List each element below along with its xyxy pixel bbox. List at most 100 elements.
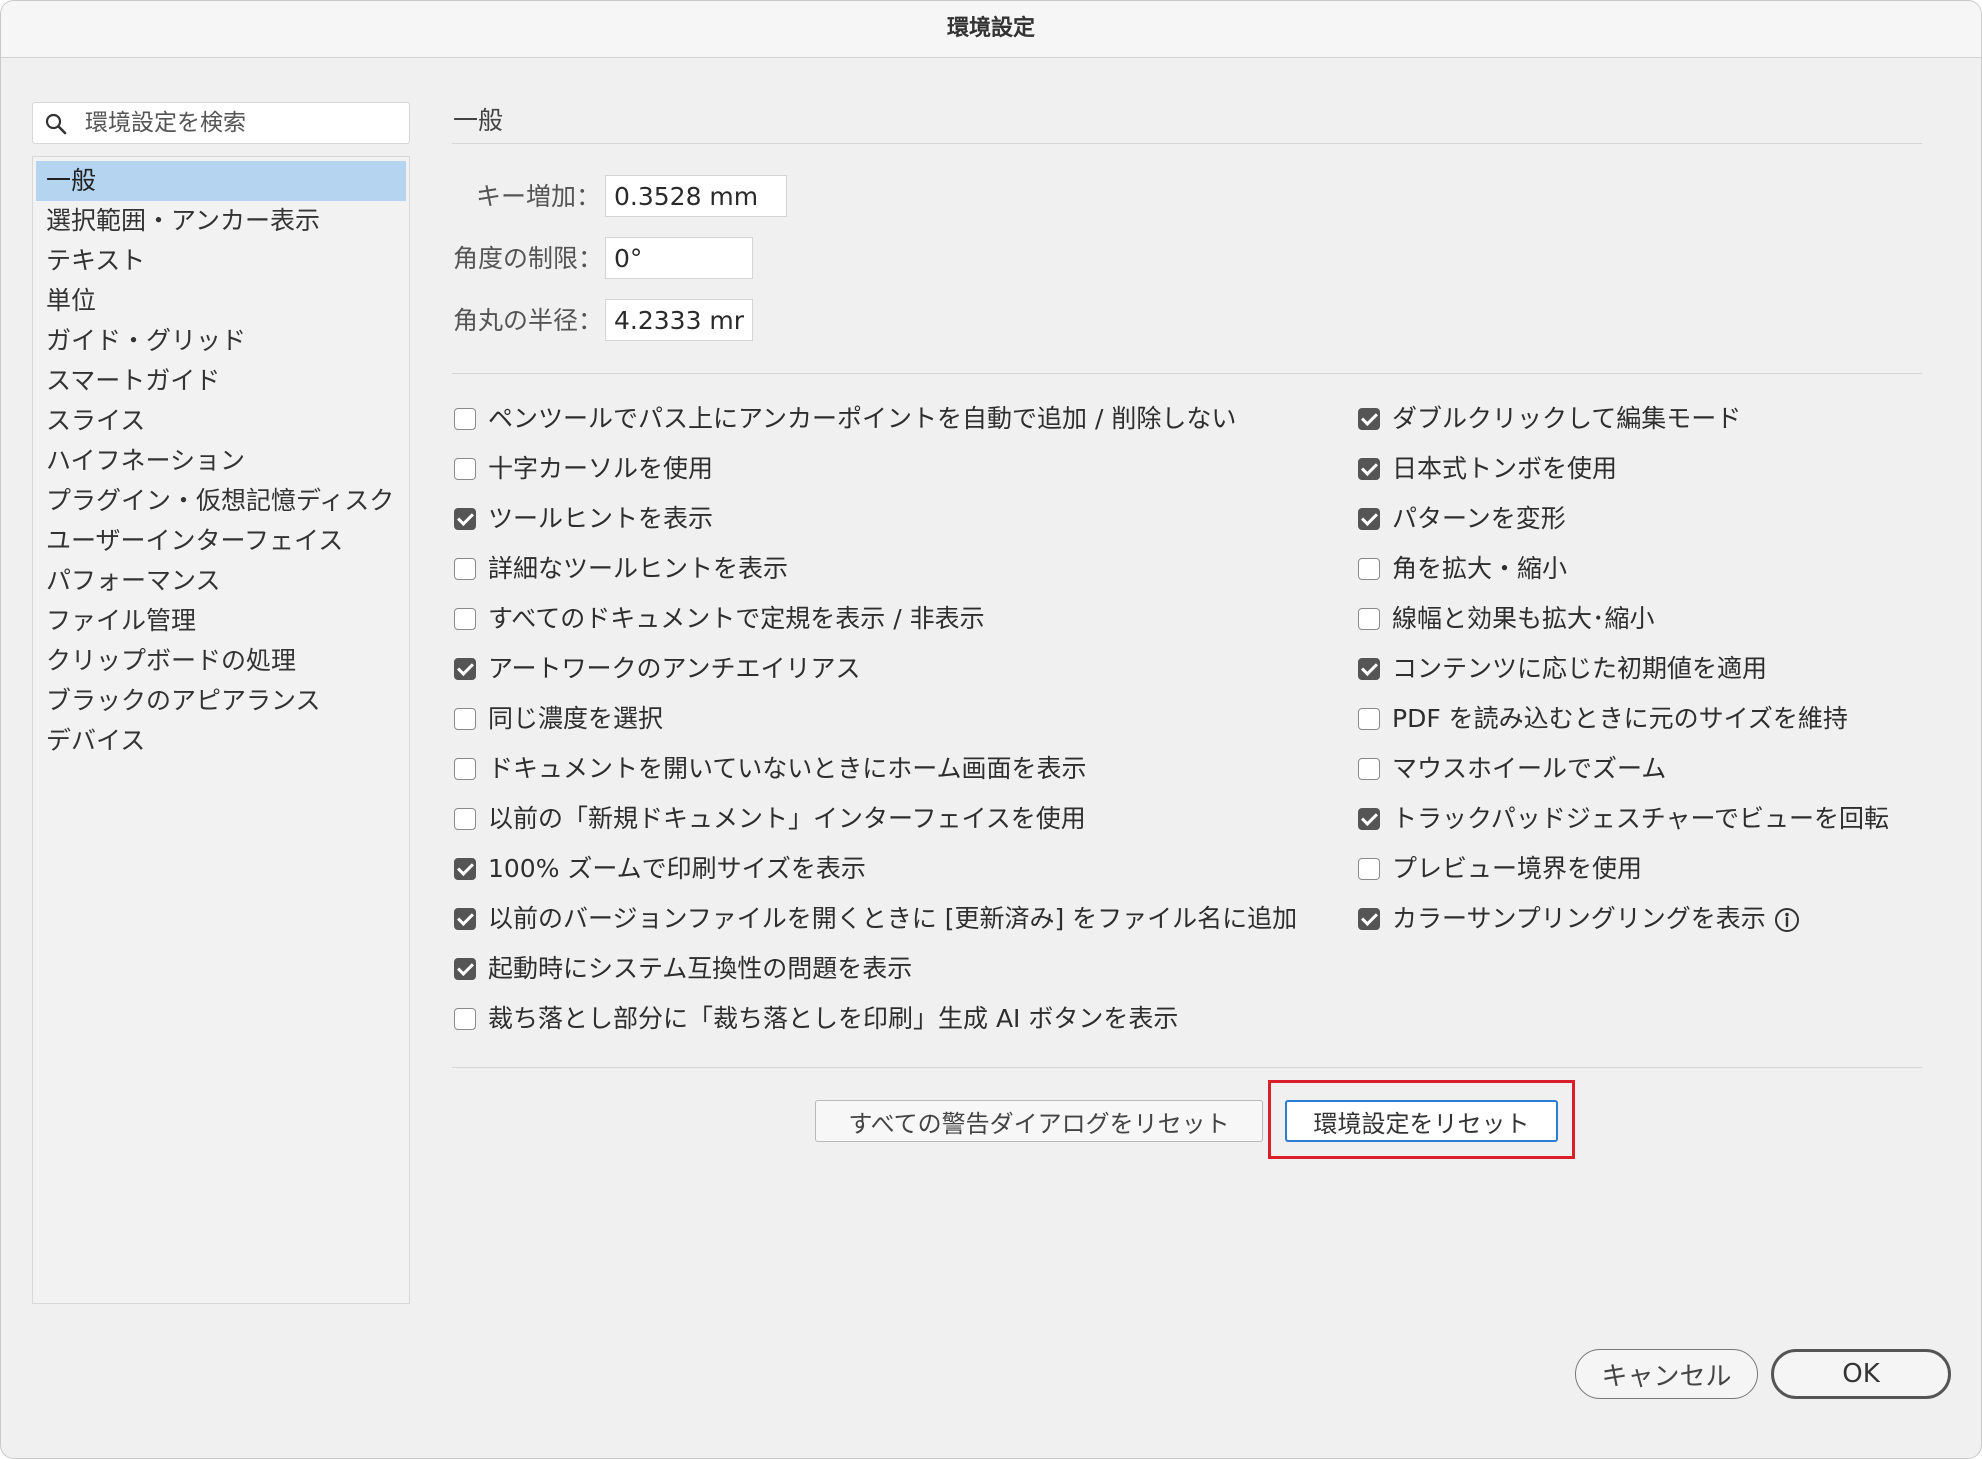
checkbox-label: 裁ち落とし部分に「裁ち落としを印刷」生成 AI ボタンを表示: [488, 1002, 1178, 1036]
checkbox-label-text: 十字カーソルを使用: [488, 454, 714, 483]
field-label: 角丸の半径：: [453, 306, 604, 335]
checkbox-checked[interactable]: [1358, 508, 1380, 530]
checkbox-unchecked[interactable]: [1358, 608, 1380, 630]
checkbox-label: 十字カーソルを使用: [488, 452, 713, 486]
sidebar-item[interactable]: ファイル管理: [36, 601, 406, 641]
checkbox-checked[interactable]: [454, 658, 476, 680]
sidebar-item[interactable]: ブラックのアピアランス: [36, 681, 406, 721]
checkbox-unchecked[interactable]: [454, 1008, 476, 1030]
checkbox-unchecked[interactable]: [454, 758, 476, 780]
sidebar-item[interactable]: ハイフネーション: [36, 441, 406, 481]
checkbox-label-text: 以前のバージョンファイルを開くときに [更新済み] をファイル名に追加: [488, 904, 1298, 933]
checkbox-label-text: 同じ濃度を選択: [488, 704, 664, 733]
field-row: 角丸の半径：: [453, 299, 1053, 343]
checkbox-checked[interactable]: [454, 958, 476, 980]
sidebar-list: 一般 選択範囲・アンカー表示 テキスト 単位 ガイド・グリッド スマートガイド スライス ハイ…: [36, 161, 406, 761]
reset-all-warning-dialogs-button[interactable]: すべての警告ダイアログをリセット: [815, 1100, 1263, 1142]
checkbox-unchecked[interactable]: [454, 608, 476, 630]
checkbox-unchecked[interactable]: [454, 458, 476, 480]
sidebar-item[interactable]: テキスト: [36, 241, 406, 281]
checkbox-label-text: 以前の「新規ドキュメント」インターフェイスを使用: [488, 804, 1086, 833]
checkbox-label-text: コンテンツに応じた初期値を適用: [1392, 654, 1768, 683]
checkbox-label: トラックパッドジェスチャーでビューを回転: [1392, 802, 1889, 836]
sidebar: 一般 選択範囲・アンカー表示 テキスト 単位 ガイド・グリッド スマートガイド スライス ハイ…: [32, 156, 410, 1304]
sidebar-item[interactable]: スライス: [36, 401, 406, 441]
checkbox-checked[interactable]: [1358, 658, 1380, 680]
checkbox-label-text: マウスホイールでズーム: [1392, 754, 1667, 783]
checkbox-label: ドキュメントを開いていないときにホーム画面を表示: [488, 752, 1087, 786]
checkbox-checked[interactable]: [454, 858, 476, 880]
checkbox-label: 起動時にシステム互換性の問題を表示: [488, 952, 912, 986]
checkbox-unchecked[interactable]: [454, 708, 476, 730]
checkbox-label-text: ペンツールでパス上にアンカーポイントを自動で追加 / 削除しない: [488, 404, 1237, 433]
checkbox-unchecked[interactable]: [1358, 758, 1380, 780]
field-row: 角度の制限：: [453, 237, 1053, 281]
checkbox-label-text: 100% ズームで印刷サイズを表示: [488, 854, 866, 883]
info-icon[interactable]: [1774, 907, 1800, 933]
sidebar-item[interactable]: 単位: [36, 281, 406, 321]
field-input[interactable]: [605, 299, 753, 341]
reset-preferences-button[interactable]: 環境設定をリセット: [1285, 1100, 1558, 1142]
cancel-button[interactable]: キャンセル: [1575, 1349, 1758, 1399]
checkbox-label: カラーサンプリングリングを表示: [1392, 902, 1800, 936]
checkbox-label: 線幅と効果も拡大･縮小: [1392, 602, 1655, 636]
checkbox-label-text: ドキュメントを開いていないときにホーム画面を表示: [488, 754, 1087, 783]
checkbox-label-text: パターンを変形: [1392, 504, 1566, 533]
checkbox-checked[interactable]: [1358, 408, 1380, 430]
sidebar-item[interactable]: ガイド・グリッド: [36, 321, 406, 361]
checkbox-checked[interactable]: [454, 508, 476, 530]
checkbox-label: プレビュー境界を使用: [1392, 852, 1642, 886]
divider: [452, 373, 1922, 374]
checkbox-label: 100% ズームで印刷サイズを表示: [488, 852, 866, 886]
checkbox-checked[interactable]: [454, 908, 476, 930]
search-box[interactable]: [32, 102, 410, 144]
sidebar-item[interactable]: プラグイン・仮想記憶ディスク: [36, 481, 406, 521]
checkbox-label-text: 詳細なツールヒントを表示: [488, 554, 789, 583]
checkbox-label-text: 角を拡大・縮小: [1392, 554, 1568, 583]
checkbox-unchecked[interactable]: [454, 408, 476, 430]
checkbox-label: ペンツールでパス上にアンカーポイントを自動で追加 / 削除しない: [488, 402, 1236, 436]
checkbox-checked[interactable]: [1358, 808, 1380, 830]
sidebar-item[interactable]: 選択範囲・アンカー表示: [36, 201, 406, 241]
sidebar-item[interactable]: クリップボードの処理: [36, 641, 406, 681]
checkbox-unchecked[interactable]: [1358, 708, 1380, 730]
ok-button[interactable]: OK: [1771, 1349, 1951, 1399]
checkbox-label: 以前のバージョンファイルを開くときに [更新済み] をファイル名に追加: [488, 902, 1297, 936]
checkbox-unchecked[interactable]: [1358, 858, 1380, 880]
checkbox-label-text: 日本式トンボを使用: [1392, 454, 1618, 483]
sidebar-item[interactable]: スマートガイド: [36, 361, 406, 401]
checkbox-label: マウスホイールでズーム: [1392, 752, 1666, 786]
divider: [452, 143, 1922, 144]
checkbox-label: 以前の「新規ドキュメント」インターフェイスを使用: [488, 802, 1086, 836]
checkbox-label-text: プレビュー境界を使用: [1392, 854, 1643, 883]
sidebar-item[interactable]: パフォーマンス: [36, 561, 406, 601]
search-input[interactable]: [85, 103, 401, 143]
checkbox-label: コンテンツに応じた初期値を適用: [1392, 652, 1767, 686]
checkbox-label: ツールヒントを表示: [488, 502, 713, 536]
checkbox-label-text: ダブルクリックして編集モード: [1392, 404, 1742, 433]
checkbox-checked[interactable]: [1358, 458, 1380, 480]
checkbox-label-text: すべてのドキュメントで定規を表示 / 非表示: [488, 604, 985, 633]
checkbox-unchecked[interactable]: [454, 558, 476, 580]
checkbox-label: すべてのドキュメントで定規を表示 / 非表示: [488, 602, 985, 636]
checkbox-label-text: 線幅と効果も拡大･縮小: [1392, 604, 1655, 633]
checkbox-label: 日本式トンボを使用: [1392, 452, 1617, 486]
field-label: 角度の制限：: [453, 244, 604, 273]
sidebar-item[interactable]: デバイス: [36, 721, 406, 761]
sidebar-item[interactable]: ユーザーインターフェイス: [36, 521, 406, 561]
field-input[interactable]: [605, 175, 787, 217]
checkbox-label-text: カラーサンプリングリングを表示: [1392, 904, 1766, 933]
checkbox-label-text: ツールヒントを表示: [488, 504, 714, 533]
sidebar-item[interactable]: 一般: [36, 161, 406, 201]
checkbox-label: PDF を読み込むときに元のサイズを維持: [1392, 702, 1848, 736]
checkbox-unchecked[interactable]: [454, 808, 476, 830]
section-title: 一般: [453, 106, 504, 135]
field-label: キー増加：: [475, 182, 601, 211]
checkbox-label-text: PDF を読み込むときに元のサイズを維持: [1392, 704, 1848, 733]
checkbox-label-text: 裁ち落とし部分に「裁ち落としを印刷」生成 AI ボタンを表示: [488, 1004, 1179, 1033]
checkbox-label-text: トラックパッドジェスチャーでビューを回転: [1392, 804, 1890, 833]
field-input[interactable]: [605, 237, 753, 279]
checkbox-checked[interactable]: [1358, 908, 1380, 930]
checkbox-unchecked[interactable]: [1358, 558, 1380, 580]
checkbox-label: パターンを変形: [1392, 502, 1566, 536]
